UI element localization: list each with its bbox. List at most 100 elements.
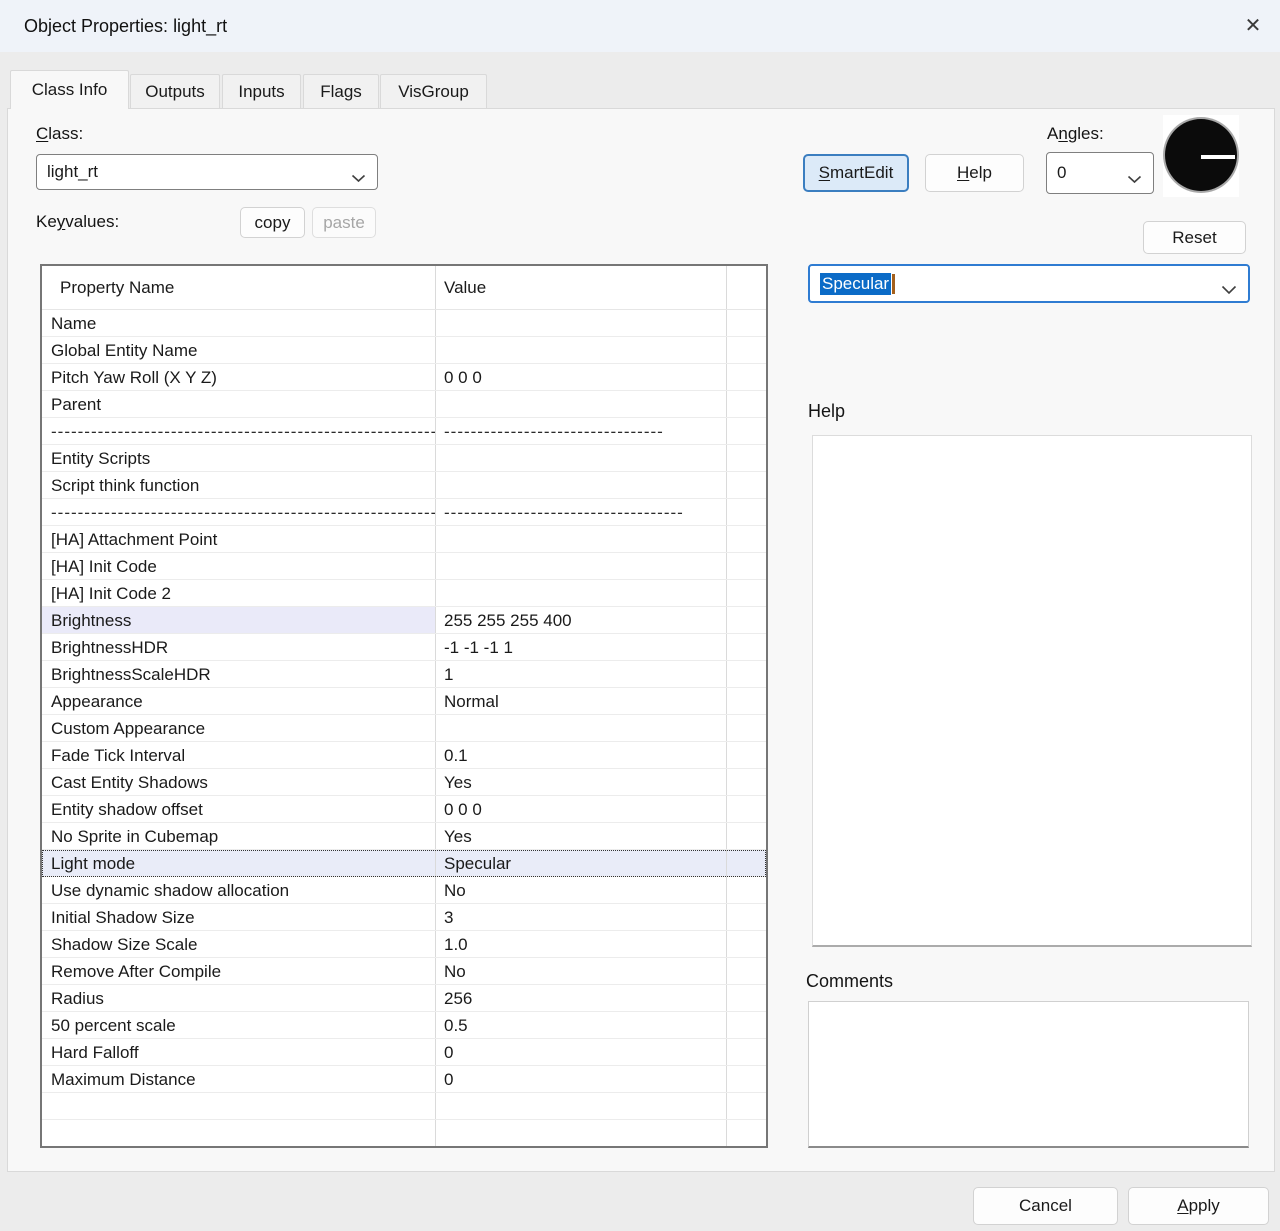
table-row[interactable]: Pitch Yaw Roll (X Y Z)0 0 0 [42, 364, 766, 391]
table-row[interactable]: Hard Falloff0 [42, 1039, 766, 1066]
property-name-cell[interactable]: Script think function [42, 472, 436, 498]
value-combobox[interactable]: Specular [808, 264, 1250, 303]
table-row[interactable]: Script think function [42, 472, 766, 499]
property-name-cell[interactable] [42, 1120, 436, 1146]
property-value-cell[interactable] [436, 1120, 727, 1146]
property-name-cell[interactable]: Name [42, 310, 436, 336]
property-name-cell[interactable]: No Sprite in Cubemap [42, 823, 436, 849]
table-row[interactable]: ----------------------------------------… [42, 499, 766, 526]
table-row[interactable]: Initial Shadow Size3 [42, 904, 766, 931]
table-row[interactable]: Shadow Size Scale1.0 [42, 931, 766, 958]
property-name-cell[interactable]: Entity Scripts [42, 445, 436, 471]
table-row[interactable]: No Sprite in CubemapYes [42, 823, 766, 850]
property-value-cell[interactable] [436, 1093, 727, 1119]
tab-inputs[interactable]: Inputs [222, 74, 301, 108]
cancel-button[interactable]: Cancel [973, 1187, 1118, 1225]
property-value-cell[interactable]: Yes [436, 823, 727, 849]
property-name-cell[interactable]: Entity shadow offset [42, 796, 436, 822]
property-value-cell[interactable]: 1.0 [436, 931, 727, 957]
property-name-cell[interactable]: Light mode [42, 850, 436, 876]
property-value-cell[interactable]: Specular [436, 850, 727, 876]
property-value-cell[interactable]: 255 255 255 400 [436, 607, 727, 633]
property-name-cell[interactable]: Maximum Distance [42, 1066, 436, 1092]
property-name-cell[interactable]: Custom Appearance [42, 715, 436, 741]
property-value-cell[interactable]: 256 [436, 985, 727, 1011]
table-row[interactable]: Light modeSpecular [42, 850, 766, 877]
property-value-cell[interactable] [436, 526, 727, 552]
property-value-cell[interactable]: 0 [436, 1039, 727, 1065]
property-name-cell[interactable]: ----------------------------------------… [42, 499, 436, 525]
property-name-cell[interactable]: 50 percent scale [42, 1012, 436, 1038]
property-name-cell[interactable]: Initial Shadow Size [42, 904, 436, 930]
table-row[interactable]: [HA] Attachment Point [42, 526, 766, 553]
table-row[interactable]: Global Entity Name [42, 337, 766, 364]
property-value-cell[interactable]: -1 -1 -1 1 [436, 634, 727, 660]
property-name-cell[interactable]: BrightnessHDR [42, 634, 436, 660]
property-name-cell[interactable]: [HA] Attachment Point [42, 526, 436, 552]
table-row[interactable]: Entity Scripts [42, 445, 766, 472]
paste-button[interactable]: paste [312, 207, 376, 238]
tab-class-info[interactable]: Class Info [10, 70, 129, 109]
table-row[interactable]: Radius256 [42, 985, 766, 1012]
property-name-cell[interactable]: Global Entity Name [42, 337, 436, 363]
table-row[interactable]: BrightnessHDR-1 -1 -1 1 [42, 634, 766, 661]
property-value-cell[interactable] [436, 310, 727, 336]
apply-button[interactable]: Apply [1128, 1187, 1269, 1225]
property-value-cell[interactable] [436, 553, 727, 579]
comments-textarea[interactable] [808, 1001, 1249, 1148]
table-row[interactable]: AppearanceNormal [42, 688, 766, 715]
angle-dial-control[interactable] [1163, 115, 1239, 197]
property-name-cell[interactable]: BrightnessScaleHDR [42, 661, 436, 687]
property-value-cell[interactable] [436, 337, 727, 363]
table-row[interactable]: Maximum Distance0 [42, 1066, 766, 1093]
property-value-cell[interactable]: 0 [436, 1066, 727, 1092]
property-name-cell[interactable]: Parent [42, 391, 436, 417]
property-name-cell[interactable]: Radius [42, 985, 436, 1011]
property-value-cell[interactable]: ------------------------------------ [436, 499, 727, 525]
property-value-cell[interactable] [436, 391, 727, 417]
help-button[interactable]: Help [925, 154, 1024, 192]
property-value-cell[interactable]: Yes [436, 769, 727, 795]
class-combobox[interactable]: light_rt [36, 154, 378, 190]
property-value-cell[interactable] [436, 580, 727, 606]
tab-flags[interactable]: Flags [303, 74, 379, 108]
property-name-cell[interactable]: ----------------------------------------… [42, 418, 436, 444]
property-value-cell[interactable]: 0.5 [436, 1012, 727, 1038]
property-name-cell[interactable]: [HA] Init Code [42, 553, 436, 579]
table-row[interactable]: Name [42, 310, 766, 337]
property-name-cell[interactable]: Brightness [42, 607, 436, 633]
property-name-cell[interactable]: Cast Entity Shadows [42, 769, 436, 795]
table-row[interactable]: Cast Entity ShadowsYes [42, 769, 766, 796]
table-row[interactable] [42, 1093, 766, 1120]
table-row[interactable]: Entity shadow offset0 0 0 [42, 796, 766, 823]
table-row[interactable]: [HA] Init Code [42, 553, 766, 580]
property-name-cell[interactable]: [HA] Init Code 2 [42, 580, 436, 606]
table-row[interactable]: BrightnessScaleHDR1 [42, 661, 766, 688]
table-row[interactable]: [HA] Init Code 2 [42, 580, 766, 607]
property-value-cell[interactable]: 0.1 [436, 742, 727, 768]
property-name-cell[interactable] [42, 1093, 436, 1119]
table-row[interactable] [42, 1120, 766, 1147]
table-row[interactable]: Fade Tick Interval0.1 [42, 742, 766, 769]
property-value-cell[interactable]: No [436, 877, 727, 903]
smartedit-button[interactable]: SmartEdit [803, 154, 909, 192]
property-value-cell[interactable]: 0 0 0 [436, 364, 727, 390]
close-icon[interactable]: ✕ [1238, 11, 1268, 41]
property-name-cell[interactable]: Appearance [42, 688, 436, 714]
property-value-cell[interactable]: 0 0 0 [436, 796, 727, 822]
angles-combobox[interactable]: 0 [1046, 152, 1154, 194]
table-row[interactable]: ----------------------------------------… [42, 418, 766, 445]
table-row[interactable]: Use dynamic shadow allocationNo [42, 877, 766, 904]
property-value-cell[interactable] [436, 472, 727, 498]
table-row[interactable]: Custom Appearance [42, 715, 766, 742]
table-row[interactable]: Remove After CompileNo [42, 958, 766, 985]
property-value-cell[interactable] [436, 445, 727, 471]
reset-button[interactable]: Reset [1143, 221, 1246, 254]
property-value-cell[interactable]: No [436, 958, 727, 984]
table-row[interactable]: 50 percent scale0.5 [42, 1012, 766, 1039]
property-name-cell[interactable]: Hard Falloff [42, 1039, 436, 1065]
table-row[interactable]: Brightness255 255 255 400 [42, 607, 766, 634]
property-name-cell[interactable]: Remove After Compile [42, 958, 436, 984]
property-name-cell[interactable]: Pitch Yaw Roll (X Y Z) [42, 364, 436, 390]
property-value-cell[interactable]: 3 [436, 904, 727, 930]
